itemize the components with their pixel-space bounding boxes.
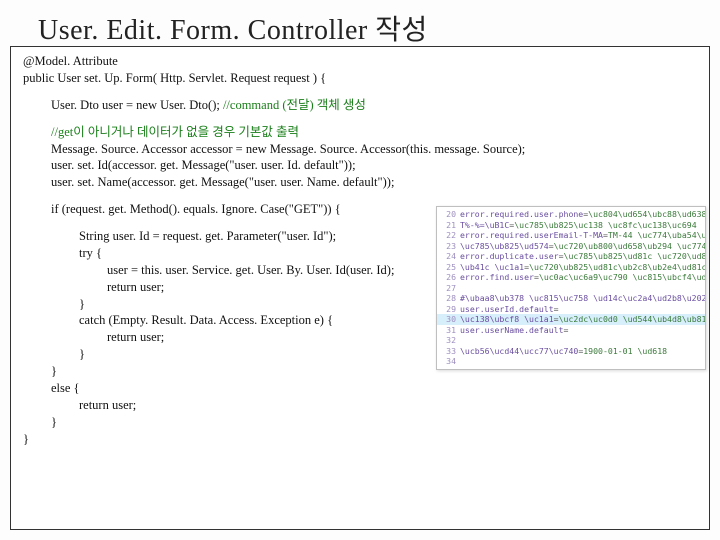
overlay-row: 24 error.duplicate.user=\uc785\ub825\ud81… bbox=[437, 251, 705, 262]
title-prefix: User. Edit. Form. Controller bbox=[38, 15, 368, 46]
overlay-text: error.required.user.phone=\uc804\ud654\u… bbox=[460, 209, 705, 220]
overlay-text: error.required.userEmail-T-MA=TM-44 \uc7… bbox=[460, 230, 705, 241]
code-line: user. set. Name(accessor. get. Message("… bbox=[23, 174, 699, 191]
line-number: 23 bbox=[440, 241, 456, 252]
overlay-text: error.duplicate.user=\uc785\ub825\ud81c … bbox=[460, 251, 705, 262]
code-line: else { bbox=[23, 380, 699, 397]
overlay-row: 25 \ub41c \uc1a1=\uc720\ub825\ud81c\ub2c8… bbox=[437, 262, 705, 273]
line-number: 29 bbox=[440, 304, 456, 315]
code-line: Message. Source. Accessor accessor = new… bbox=[23, 141, 699, 158]
overlay-row: 32 bbox=[437, 335, 705, 346]
line-number: 21 bbox=[440, 220, 456, 231]
overlay-row: 21 T%-%=\uB1C=\uc785\ub825\uc138 \uc8fc\u… bbox=[437, 220, 705, 231]
title-suffix: 작성 bbox=[368, 15, 428, 46]
line-number: 32 bbox=[440, 335, 456, 346]
overlay-text bbox=[460, 283, 465, 294]
code-line: public User set. Up. Form( Http. Servlet… bbox=[23, 70, 699, 87]
line-number: 22 bbox=[440, 230, 456, 241]
line-number: 34 bbox=[440, 356, 456, 367]
overlay-row: 22 error.required.userEmail-T-MA=TM-44 \u… bbox=[437, 230, 705, 241]
code-line: User. Dto user = new User. Dto(); //comm… bbox=[23, 97, 699, 114]
overlay-row: 30 \uc138\ubcf8 \uc1a1=\uc2dc\uc0d0 \ud54… bbox=[437, 314, 705, 325]
overlay-row: 31 user.userName.default= bbox=[437, 325, 705, 336]
overlay-row: 26 error.find.user=\uc0ac\uc6a9\uc790 \uc… bbox=[437, 272, 705, 283]
code-comment: //get이 아니거나 데이터가 없을 경우 기본값 출력 bbox=[23, 124, 699, 141]
code-line: @Model. Attribute bbox=[23, 53, 699, 70]
overlay-text: T%-%=\uB1C=\uc785\ub825\uc138 \uc8fc\uc1… bbox=[460, 220, 697, 231]
overlay-row: 29 user.userId.default= bbox=[437, 304, 705, 315]
overlay-row: 27 bbox=[437, 283, 705, 294]
overlay-text: #\ubaa8\ub378 \uc815\uc758 \ud14c\uc2a4\… bbox=[460, 293, 705, 304]
line-number: 30 bbox=[440, 314, 456, 325]
code-comment: //command (전달) 객체 생성 bbox=[223, 98, 366, 112]
code-line: } bbox=[23, 414, 699, 431]
line-number: 31 bbox=[440, 325, 456, 336]
code-line: } bbox=[23, 431, 699, 448]
overlay-text: \uc785\ub825\ud574=\uc720\ub800\ud658\ub… bbox=[460, 241, 705, 252]
line-number: 24 bbox=[440, 251, 456, 262]
slide-title: User. Edit. Form. Controller 작성 bbox=[0, 0, 720, 52]
line-number: 28 bbox=[440, 293, 456, 304]
line-number: 26 bbox=[440, 272, 456, 283]
overlay-row: 23 \uc785\ub825\ud574=\uc720\ub800\ud658\… bbox=[437, 241, 705, 252]
overlay-text: error.find.user=\uc0ac\uc6a9\uc790 \uc81… bbox=[460, 272, 705, 283]
line-number: 33 bbox=[440, 346, 456, 357]
overlay-text bbox=[460, 335, 465, 346]
line-number: 20 bbox=[440, 209, 456, 220]
overlay-text: \ucb56\ucd44\ucc77\uc740=1900-01-01 \ud6… bbox=[460, 346, 667, 357]
overlay-row: 28 #\ubaa8\ub378 \uc815\uc758 \ud14c\uc2a… bbox=[437, 293, 705, 304]
overlay-text bbox=[460, 356, 465, 367]
overlay-row: 20 error.required.user.phone=\uc804\ud654… bbox=[437, 209, 705, 220]
overlay-text: \uc138\ubcf8 \uc1a1=\uc2dc\uc0d0 \ud544\… bbox=[460, 314, 705, 325]
overlay-row: 33 \ucb56\ucd44\ucc77\uc740=1900-01-01 \u… bbox=[437, 346, 705, 357]
line-number: 27 bbox=[440, 283, 456, 294]
code-line: user. set. Id(accessor. get. Message("us… bbox=[23, 157, 699, 174]
properties-overlay: 20 error.required.user.phone=\uc804\ud654… bbox=[436, 206, 706, 370]
line-number: 25 bbox=[440, 262, 456, 273]
overlay-text: \ub41c \uc1a1=\uc720\ub825\ud81c\ub2c8\u… bbox=[460, 262, 705, 273]
overlay-text: user.userId.default= bbox=[460, 304, 559, 315]
overlay-text: user.userName.default= bbox=[460, 325, 568, 336]
overlay-row: 34 bbox=[437, 356, 705, 367]
code-line: return user; bbox=[23, 397, 699, 414]
